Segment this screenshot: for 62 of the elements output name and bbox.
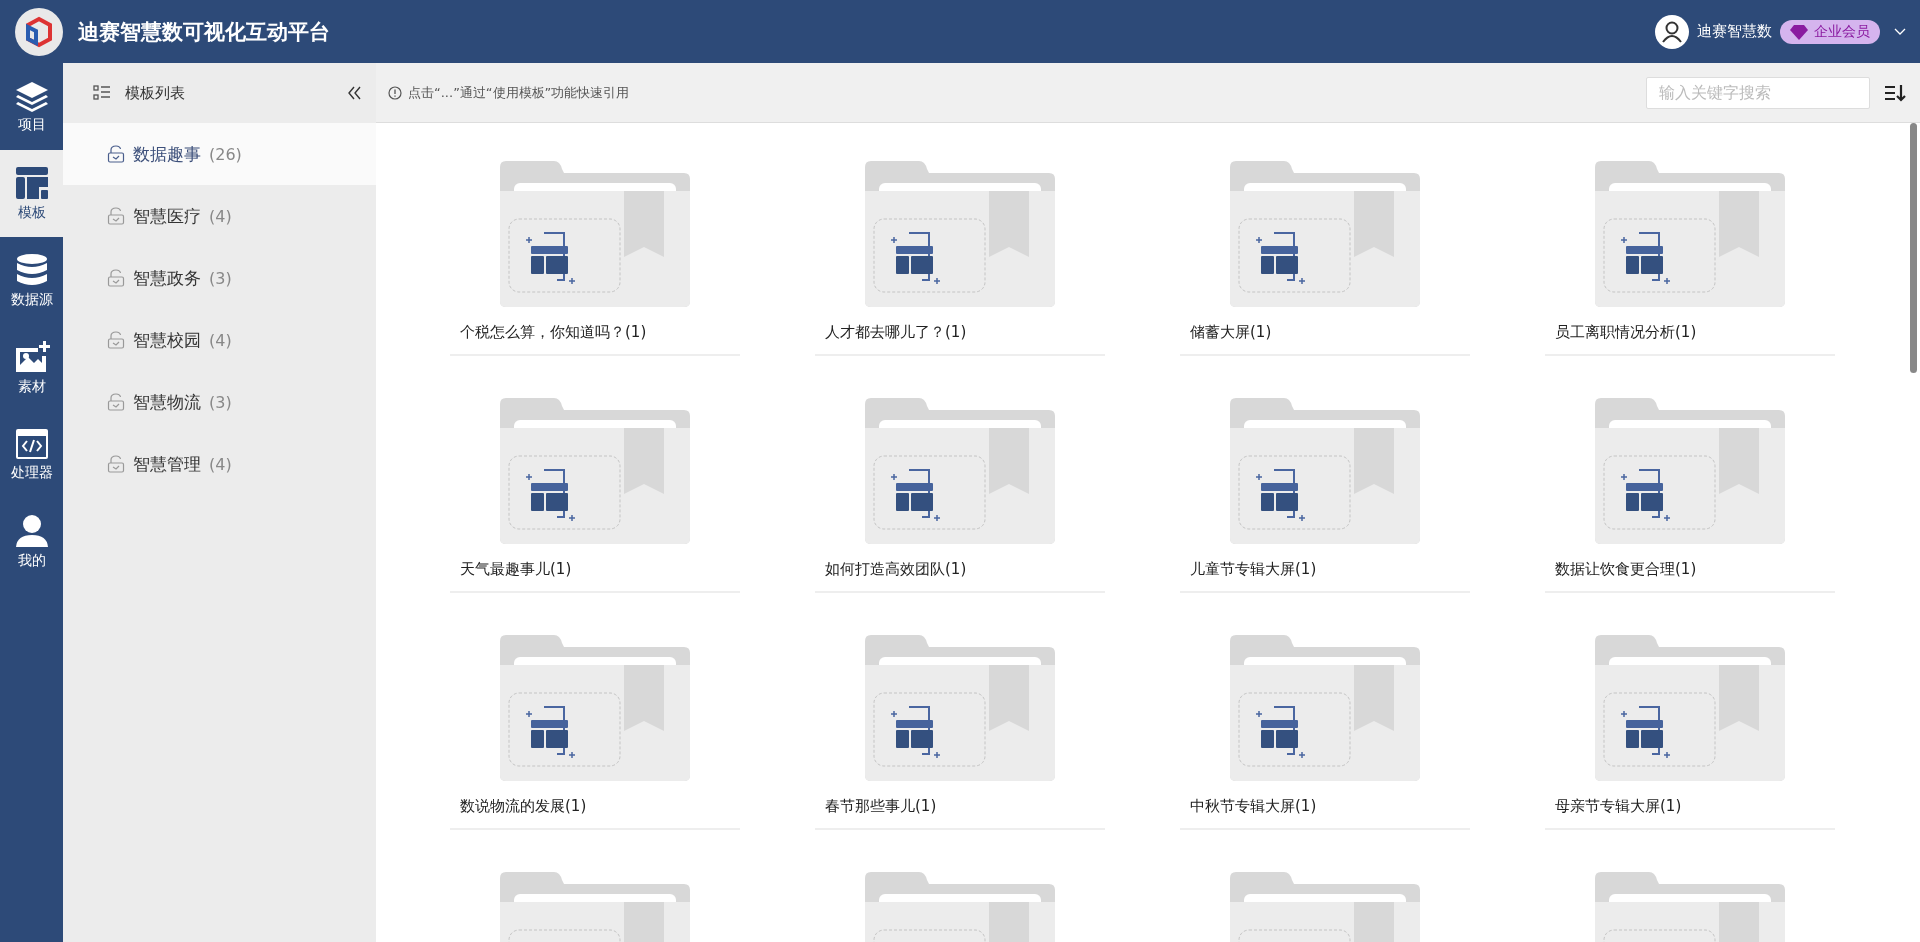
member-badge: 企业会员	[1780, 19, 1880, 44]
chevron-down-icon[interactable]	[1894, 27, 1906, 36]
sort-icon[interactable]	[1884, 83, 1906, 102]
folder-drawing[interactable]	[500, 635, 690, 781]
template-title[interactable]: 员工离职情况分析(1)	[1545, 307, 1835, 356]
template-title[interactable]: 中秋节专辑大屏(1)	[1180, 781, 1470, 830]
template-title[interactable]: 如何打造高效团队(1)	[815, 544, 1105, 593]
nav-item[interactable]: 处理器	[0, 411, 63, 498]
collapse-icon[interactable]	[346, 85, 362, 101]
unlock-icon	[107, 207, 125, 225]
diamond-icon	[1790, 23, 1808, 40]
template-title[interactable]: 母亲节专辑大屏(1)	[1545, 781, 1835, 830]
unlock-icon	[107, 393, 125, 411]
nav-item[interactable]: 数据源	[0, 237, 63, 324]
info-icon	[388, 85, 402, 100]
unlock-icon	[107, 331, 125, 349]
category-item[interactable]: 智慧物流 (3)	[63, 371, 376, 433]
folder-drawing[interactable]	[1230, 398, 1420, 544]
category-item[interactable]: 智慧校园 (4)	[63, 309, 376, 371]
nav-item[interactable]: 我的	[0, 498, 63, 585]
category-item[interactable]: 数据趣事 (26)	[63, 123, 376, 185]
folder-drawing[interactable]	[865, 398, 1055, 544]
template-title[interactable]: 个税怎么算，你知道吗？(1)	[450, 307, 740, 356]
app-title: 迪赛智慧数可视化互动平台	[78, 18, 330, 46]
template-title[interactable]: 数据让饮食更合理(1)	[1545, 544, 1835, 593]
scrollbar[interactable]	[1910, 123, 1917, 373]
nav-item[interactable]: 素材	[0, 324, 63, 411]
nav-item[interactable]: 模板	[0, 150, 63, 237]
search-field[interactable]: 输入关键字搜索	[1646, 76, 1870, 109]
category-item[interactable]: 智慧管理 (4)	[63, 433, 376, 495]
template-title[interactable]: 人才都去哪儿了？(1)	[815, 307, 1105, 356]
folder-drawing[interactable]	[500, 161, 690, 307]
template-title[interactable]: 数说物流的发展(1)	[450, 781, 740, 830]
folder-drawing[interactable]	[1595, 161, 1785, 307]
template-title[interactable]: 天气最趣事儿(1)	[450, 544, 740, 593]
user-avatar-icon[interactable]	[1655, 14, 1689, 49]
folder-drawing[interactable]	[1230, 161, 1420, 307]
layout-icon	[14, 165, 49, 200]
unlock-icon	[107, 455, 125, 473]
template-title[interactable]: 春节那些事儿(1)	[815, 781, 1105, 830]
sidebar-title: 模板列表	[125, 83, 186, 103]
folder-drawing[interactable]	[1595, 635, 1785, 781]
category-item[interactable]: 智慧医疗 (4)	[63, 185, 376, 247]
user-icon	[14, 513, 49, 548]
category-item[interactable]: 智慧政务 (3)	[63, 247, 376, 309]
folder-drawing[interactable]	[865, 161, 1055, 307]
folder-drawing[interactable]	[1595, 398, 1785, 544]
folder-drawing[interactable]	[500, 398, 690, 544]
database-icon	[15, 252, 48, 287]
hint-text: 点击“...”通过“使用模板”功能快速引用	[408, 83, 631, 102]
folder-drawing[interactable]	[1230, 635, 1420, 781]
nav-item[interactable]: 项目	[0, 63, 63, 150]
image-add-icon	[13, 339, 50, 374]
template-title[interactable]: 儿童节专辑大屏(1)	[1180, 544, 1470, 593]
folder-drawing[interactable]	[865, 635, 1055, 781]
unlock-icon	[107, 269, 125, 287]
cube-logo-icon	[14, 6, 64, 57]
template-title[interactable]: 储蓄大屏(1)	[1180, 307, 1470, 356]
unlock-icon	[107, 145, 125, 163]
code-window-icon	[14, 427, 49, 460]
user-name[interactable]: 迪赛智慧数	[1697, 22, 1772, 41]
list-icon	[93, 85, 111, 101]
